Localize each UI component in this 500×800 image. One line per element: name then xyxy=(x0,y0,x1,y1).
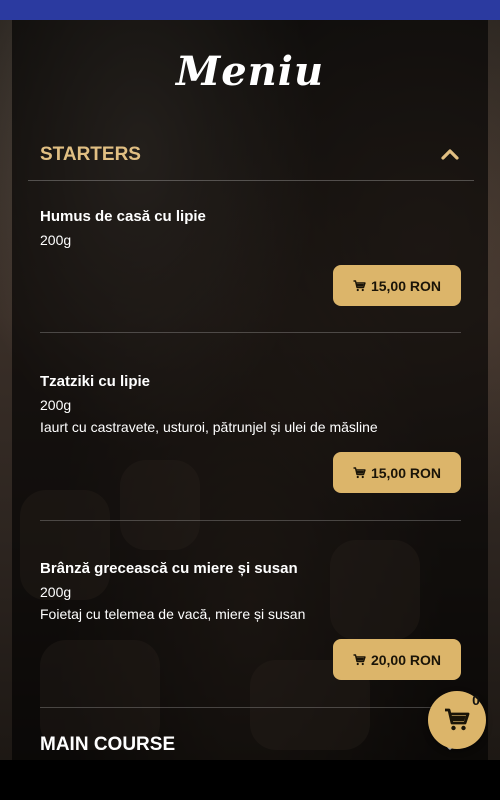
cart-icon xyxy=(353,466,366,478)
price-label: 15,00 RON xyxy=(370,277,442,294)
cart-icon xyxy=(353,653,366,665)
cart-icon xyxy=(353,279,366,291)
item-weight: 200g xyxy=(40,584,72,600)
status-bar xyxy=(0,0,500,20)
divider xyxy=(40,332,461,333)
list-item: Brânză grecească cu miere și susan 200g … xyxy=(40,560,461,680)
list-item: Tzatziki cu lipie 200g Iaurt cu castrave… xyxy=(40,373,461,493)
item-weight: 200g xyxy=(40,232,72,248)
item-name: Tzatziki cu lipie xyxy=(40,373,151,390)
list-item: Humus de casă cu lipie 200g 15,00 RON xyxy=(40,208,461,306)
item-description: Iaurt cu castravete, usturoi, pătrunjel … xyxy=(40,419,378,435)
page-title: Meniu xyxy=(175,48,325,95)
price-label: 20,00 RON xyxy=(370,651,442,668)
add-to-cart-button[interactable]: 15,00 RON xyxy=(333,265,461,306)
cart-count-badge: 0 xyxy=(472,692,480,708)
item-weight: 200g xyxy=(40,397,72,413)
price-label: 15,00 RON xyxy=(370,464,442,481)
section-header-starters[interactable]: STARTERS xyxy=(28,132,474,181)
item-name: Humus de casă cu lipie xyxy=(40,208,206,225)
divider xyxy=(40,520,461,521)
chevron-up-icon xyxy=(441,149,459,160)
add-to-cart-button[interactable]: 20,00 RON xyxy=(333,639,461,680)
item-description: Foietaj cu telemea de vacă, miere și sus… xyxy=(40,606,306,622)
add-to-cart-button[interactable]: 15,00 RON xyxy=(333,452,461,493)
item-name: Brânză grecească cu miere și susan xyxy=(40,560,298,577)
cart-icon xyxy=(445,708,470,731)
section-label: MAIN COURSE xyxy=(40,734,176,755)
divider xyxy=(40,707,461,708)
section-label: STARTERS xyxy=(40,144,141,165)
section-header-main-course[interactable]: MAIN COURSE xyxy=(28,722,474,770)
